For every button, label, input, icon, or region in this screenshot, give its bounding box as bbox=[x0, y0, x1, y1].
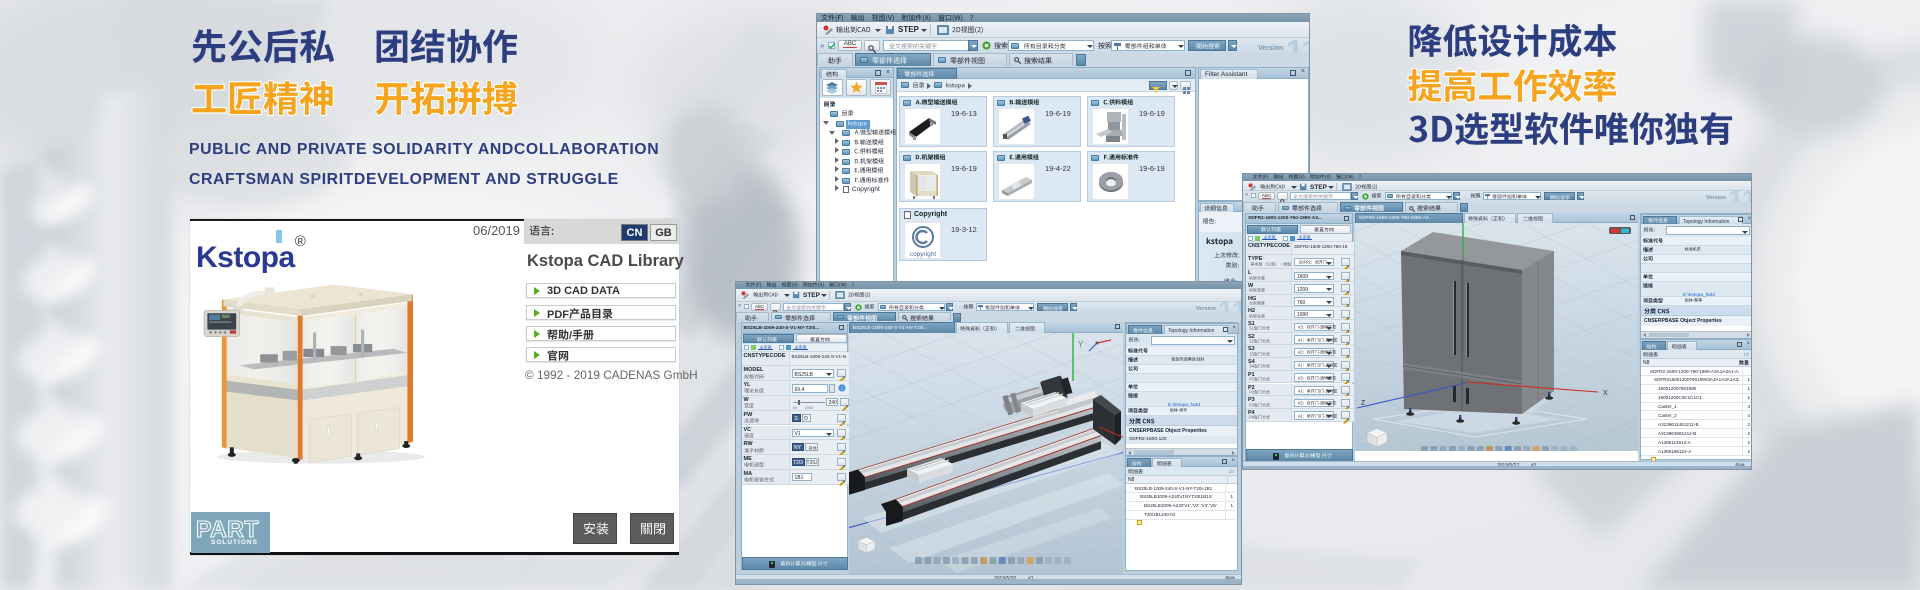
svg-text:Y: Y bbox=[1078, 340, 1084, 349]
svg-text:Z: Z bbox=[1361, 400, 1366, 407]
svg-text:X: X bbox=[1603, 390, 1608, 397]
svg-text:copyright: copyright bbox=[910, 251, 937, 258]
